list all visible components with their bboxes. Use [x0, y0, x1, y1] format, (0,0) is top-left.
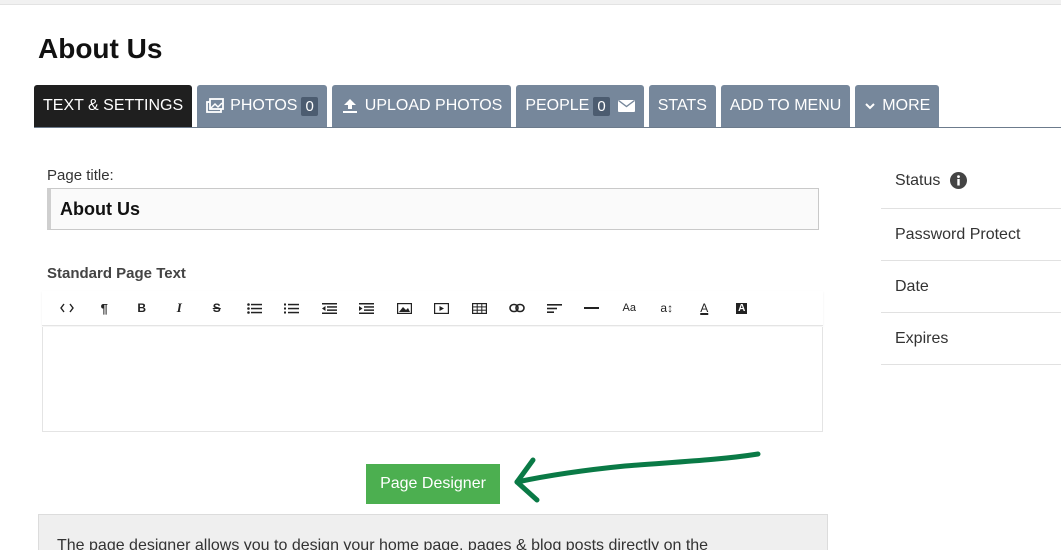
- sidebar-item-label: Password Protect: [895, 225, 1021, 243]
- font-size-button[interactable]: Aa: [611, 293, 649, 323]
- horizontal-rule-button[interactable]: [573, 293, 611, 323]
- unordered-list-button[interactable]: [236, 293, 274, 323]
- tab-bar: TEXT & SETTINGS PHOTOS 0 UPLOAD PHOTOS P…: [34, 85, 940, 127]
- sidebar-item-expires[interactable]: Expires: [881, 313, 1061, 365]
- tab-more[interactable]: MORE: [855, 85, 940, 127]
- paragraph-button[interactable]: ¶: [86, 293, 124, 323]
- envelope-icon[interactable]: [617, 100, 635, 112]
- tab-add-to-menu[interactable]: ADD TO MENU: [720, 85, 851, 127]
- outdent-icon: [321, 302, 337, 314]
- upload-icon: [341, 98, 359, 114]
- people-count-badge: 0: [593, 96, 610, 116]
- page-title-input[interactable]: [47, 188, 819, 230]
- standard-page-text-label: Standard Page Text: [47, 265, 186, 282]
- strikethrough-icon: S: [212, 301, 221, 315]
- tab-label: STATS: [657, 97, 707, 114]
- line-height-button[interactable]: a↕: [648, 293, 686, 323]
- video-button[interactable]: [423, 293, 461, 323]
- tab-upload-photos[interactable]: UPLOAD PHOTOS: [331, 85, 512, 127]
- indent-icon: [359, 302, 375, 314]
- info-text: The page designer allows you to design y…: [57, 537, 709, 550]
- italic-button[interactable]: I: [161, 293, 199, 323]
- page-designer-button[interactable]: Page Designer: [366, 464, 500, 504]
- indent-button[interactable]: [348, 293, 386, 323]
- tab-people[interactable]: PEOPLE 0: [516, 85, 644, 127]
- tab-photos[interactable]: PHOTOS 0: [197, 85, 327, 127]
- align-button[interactable]: [536, 293, 574, 323]
- tab-label: UPLOAD PHOTOS: [364, 97, 503, 114]
- tab-underline: [34, 127, 1061, 128]
- sidebar-item-status[interactable]: Status: [881, 153, 1061, 209]
- annotation-arrow-icon: [514, 451, 761, 503]
- tab-stats[interactable]: STATS: [648, 85, 716, 127]
- image-button[interactable]: [386, 293, 424, 323]
- table-button[interactable]: [461, 293, 499, 323]
- code-view-button[interactable]: [48, 293, 86, 323]
- link-button[interactable]: [498, 293, 536, 323]
- sidebar-item-label: Status: [895, 171, 941, 189]
- chevron-down-icon: [864, 101, 876, 111]
- align-left-icon: [546, 303, 562, 313]
- top-border: [0, 0, 1061, 5]
- sidebar-item-date[interactable]: Date: [881, 261, 1061, 313]
- font-color-button[interactable]: A: [686, 293, 724, 323]
- unordered-list-icon: [246, 302, 262, 314]
- sidebar-item-label: Date: [895, 277, 929, 295]
- code-icon: [59, 303, 74, 313]
- table-icon: [471, 302, 487, 314]
- photos-count-badge: 0: [301, 96, 318, 116]
- paragraph-icon: ¶: [100, 300, 108, 316]
- horizontal-rule-icon: [584, 307, 600, 309]
- rich-text-editor[interactable]: [42, 327, 823, 432]
- strikethrough-button[interactable]: S: [198, 293, 236, 323]
- tab-label: PHOTOS: [230, 97, 298, 114]
- font-color-icon: A: [700, 301, 709, 315]
- tab-text-settings[interactable]: TEXT & SETTINGS: [34, 85, 193, 127]
- tab-label: ADD TO MENU: [729, 97, 842, 114]
- background-color-button[interactable]: A: [723, 293, 761, 323]
- italic-icon: I: [176, 300, 182, 315]
- tab-label: TEXT & SETTINGS: [43, 97, 184, 114]
- tab-label: PEOPLE: [525, 97, 590, 114]
- bold-button[interactable]: B: [123, 293, 161, 323]
- line-height-icon: a↕: [660, 301, 674, 315]
- background-color-icon: A: [736, 302, 748, 314]
- outdent-button[interactable]: [311, 293, 349, 323]
- bold-icon: B: [137, 301, 147, 315]
- ordered-list-icon: [284, 303, 300, 313]
- editor-toolbar: ¶ B I S Aa a↕ A A: [42, 291, 823, 326]
- sidebar-item-password-protect[interactable]: Password Protect: [881, 209, 1061, 261]
- tab-label: MORE: [882, 97, 931, 114]
- font-size-icon: Aa: [622, 302, 636, 314]
- ordered-list-button[interactable]: [273, 293, 311, 323]
- image-icon: [396, 302, 412, 314]
- video-icon: [434, 302, 450, 314]
- page-designer-info: The page designer allows you to design y…: [38, 514, 828, 550]
- info-icon[interactable]: [950, 172, 968, 189]
- page-title-label: Page title:: [47, 167, 114, 184]
- photos-icon: [206, 98, 225, 114]
- sidebar-item-label: Expires: [895, 329, 949, 347]
- link-icon: [508, 303, 525, 313]
- page-heading: About Us: [38, 33, 163, 64]
- settings-sidebar: Status Password Protect Date Expires: [881, 153, 1061, 365]
